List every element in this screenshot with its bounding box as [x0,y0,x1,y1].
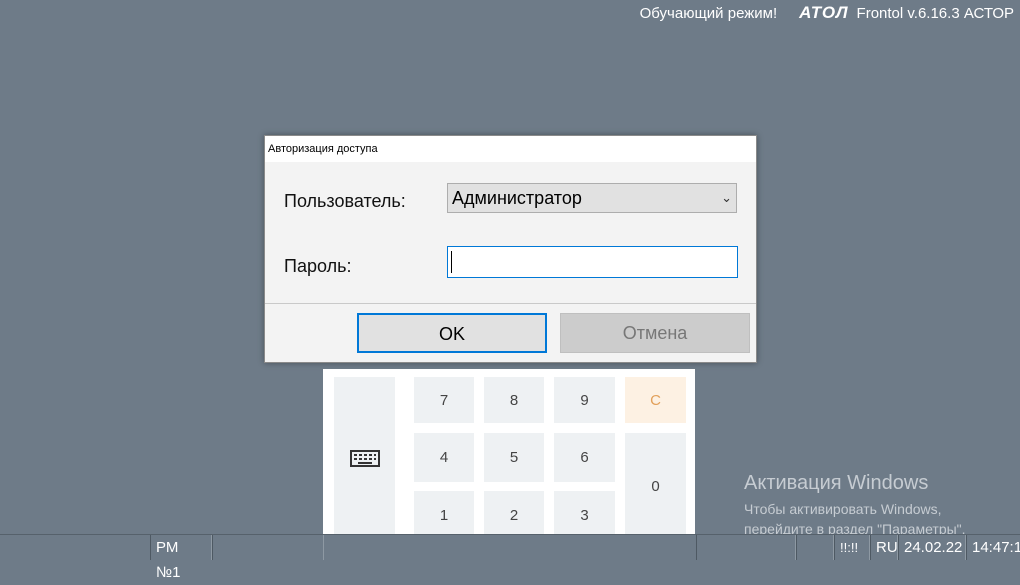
key-8[interactable]: 8 [484,377,544,423]
key-4[interactable]: 4 [414,433,474,482]
training-mode-label: Обучающий режим! [639,4,778,22]
user-select[interactable]: Администратор ⌄ [447,183,737,213]
password-input[interactable] [447,246,738,278]
chevron-down-icon: ⌄ [721,190,732,205]
text-caret [451,251,452,273]
dialog-divider [265,303,756,304]
ok-button[interactable]: OK [357,313,547,353]
password-label: Пароль: [284,256,352,276]
key-6[interactable]: 6 [554,433,615,482]
time-label: 14:47:16 [966,535,1020,560]
status-cell-empty-2 [696,535,796,560]
key-5[interactable]: 5 [484,433,544,482]
key-3[interactable]: 3 [554,491,615,540]
top-bar: Обучающий режим! АТОЛ Frontol v.6.16.3 А… [639,3,1014,22]
date-label: 24.02.22 [898,535,966,560]
auth-dialog: Авторизация доступа Пользователь: Админи… [264,135,757,363]
key-clear[interactable]: C [625,377,686,423]
key-0[interactable]: 0 [625,433,686,540]
numeric-keypad: 7 8 9 C 4 5 6 0 1 2 3 [323,369,695,548]
dialog-title: Авторизация доступа [265,136,756,162]
keyboard-icon [349,449,380,467]
user-label: Пользователь: [284,191,406,211]
user-select-value: Администратор [452,188,582,208]
watermark-title: Активация Windows [744,472,929,494]
indicator-label: !!:!! [834,535,870,560]
status-bar: РМ №1 !!:!! RU 24.02.22 14:47:16 [0,534,1020,581]
status-cell-empty-3 [796,535,834,560]
keyboard-toggle-button[interactable] [334,377,395,540]
windows-activation-watermark: Активация Windows Чтобы активировать Win… [744,472,966,539]
cancel-button[interactable]: Отмена [560,313,750,353]
app-version: Frontol v.6.16.3 АСТОР [856,4,1014,22]
key-1[interactable]: 1 [414,491,474,540]
watermark-line-2: Чтобы активировать Windows, [744,501,942,517]
language-indicator[interactable]: RU [870,535,898,560]
key-7[interactable]: 7 [414,377,474,423]
workplace-label: РМ №1 [150,535,212,581]
atol-logo: АТОЛ [799,3,849,22]
key-9[interactable]: 9 [554,377,615,423]
status-cell-empty-1 [212,535,324,560]
key-2[interactable]: 2 [484,491,544,540]
